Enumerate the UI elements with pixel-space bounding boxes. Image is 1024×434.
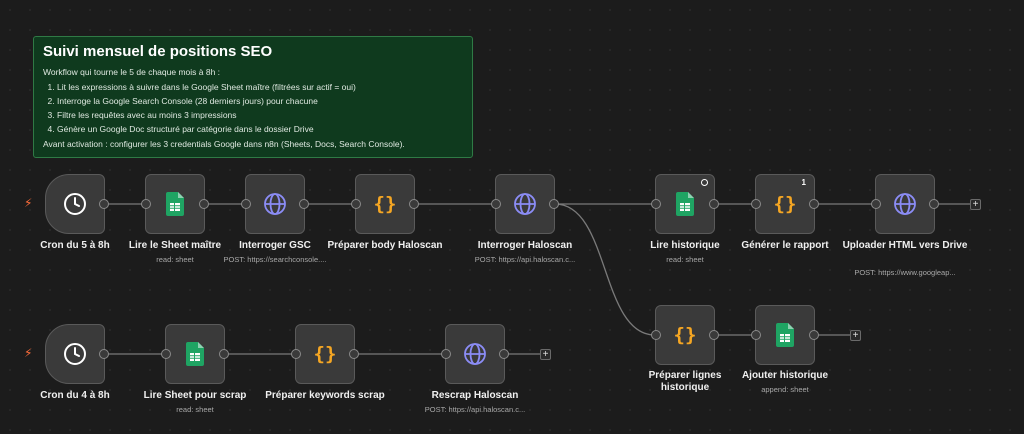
output-port[interactable] [929,199,939,209]
output-port[interactable] [409,199,419,209]
node-badge: 1 [801,178,806,187]
node-subtitle: POST: https://api.haloscan.c... [424,405,526,414]
output-port[interactable] [349,349,359,359]
google-sheets-icon [776,323,794,347]
google-sheets-icon [676,192,694,216]
input-port[interactable] [751,199,761,209]
node-label: Préparer body Haloscan [327,240,443,251]
clock-icon [64,343,86,365]
clock-icon [64,193,86,215]
node-cron-4[interactable] [45,324,109,384]
node-subtitle: POST: https://www.googleap... [854,268,956,277]
globe-icon [894,193,916,215]
output-port[interactable] [199,199,209,209]
input-port[interactable] [351,199,361,209]
sticky-note[interactable]: Suivi mensuel de positions SEO Workflow … [33,36,473,158]
node-label: Interroger Haloscan [477,240,573,251]
node-cron-5[interactable] [45,174,109,234]
node-label: Préparer keywords scrap [265,390,385,401]
sticky-note-intro: Workflow qui tourne le 5 de chaque mois … [43,67,221,77]
output-port[interactable] [99,199,109,209]
trigger-bolt-icon: ⚡ [24,346,33,360]
edge-haloscan-preparer-lignes [554,203,656,336]
input-port[interactable] [141,199,151,209]
node-interroger-haloscan[interactable] [491,174,559,234]
output-port[interactable] [549,199,559,209]
add-node-button[interactable]: + [970,199,981,210]
node-generer-le-rapport[interactable]: 1 {} [751,174,819,234]
node-subtitle: POST: https://api.haloscan.c... [474,255,576,264]
node-ajouter-historique[interactable] [751,305,819,365]
globe-icon [264,193,286,215]
google-sheets-icon [186,342,204,366]
add-node-button[interactable]: + [850,330,861,341]
node-interroger-gsc[interactable] [241,174,309,234]
node-preparer-lignes-historique[interactable]: {} [651,305,719,365]
code-braces-icon: {} [313,343,337,365]
code-braces-icon: {} [773,193,797,215]
node-preparer-keywords-scrap[interactable]: {} [291,324,359,384]
input-port[interactable] [751,330,761,340]
node-label: Uploader HTML vers Drive [842,240,968,251]
input-port[interactable] [291,349,301,359]
output-port[interactable] [499,349,509,359]
input-port[interactable] [491,199,501,209]
output-port[interactable] [219,349,229,359]
output-port[interactable] [809,199,819,209]
globe-icon [464,343,486,365]
globe-icon [514,193,536,215]
input-port[interactable] [871,199,881,209]
add-node-button[interactable]: + [540,349,551,360]
node-lire-historique[interactable] [651,174,719,234]
output-port[interactable] [99,349,109,359]
node-subtitle: POST: https://searchconsole.... [223,255,327,264]
code-braces-icon: {} [373,193,397,215]
trigger-bolt-icon: ⚡ [24,196,33,210]
sticky-note-step: Génère un Google Doc structuré par catég… [57,124,463,134]
node-lire-sheet-pour-scrap[interactable] [161,324,229,384]
refresh-icon [701,179,708,186]
node-rescrap-haloscan[interactable] [441,324,509,384]
node-subtitle: append: sheet [761,385,809,394]
node-label: Rescrap Haloscan [431,390,519,401]
node-label: Lire Sheet pour scrap [143,390,247,401]
input-port[interactable] [651,199,661,209]
sticky-note-step: Lit les expressions à suivre dans le Goo… [57,82,463,92]
sticky-note-title: Suivi mensuel de positions SEO [43,43,273,60]
code-braces-icon: {} [673,324,697,346]
output-port[interactable] [299,199,309,209]
output-port[interactable] [809,330,819,340]
input-port[interactable] [651,330,661,340]
node-subtitle: read: sheet [176,405,214,414]
node-subtitle: read: sheet [666,255,704,264]
sticky-note-outro: Avant activation : configurer les 3 cred… [43,139,405,149]
input-port[interactable] [441,349,451,359]
sticky-note-step: Interroge la Google Search Console (28 d… [57,96,463,106]
node-label: Ajouter historique [741,370,829,381]
sticky-note-step: Filtre les requêtes avec au moins 3 impr… [57,110,463,120]
node-preparer-body-haloscan[interactable]: {} [351,174,419,234]
node-lire-le-sheet-maitre[interactable] [141,174,209,234]
node-uploader-html-vers-drive[interactable] [871,174,939,234]
google-sheets-icon [166,192,184,216]
input-port[interactable] [241,199,251,209]
sticky-note-steps: Lit les expressions à suivre dans le Goo… [43,82,463,134]
output-port[interactable] [709,330,719,340]
input-port[interactable] [161,349,171,359]
output-port[interactable] [709,199,719,209]
